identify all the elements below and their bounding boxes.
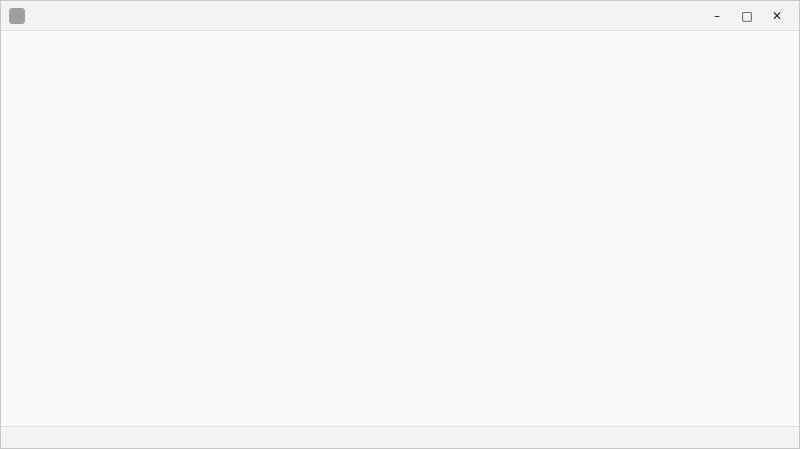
close-button[interactable]: ✕ bbox=[763, 5, 791, 27]
window-controls: – □ ✕ bbox=[703, 5, 791, 27]
placeholder-notice bbox=[384, 213, 416, 245]
title-bar: – □ ✕ bbox=[1, 1, 799, 31]
status-bar bbox=[1, 426, 799, 448]
app-icon bbox=[9, 7, 25, 24]
minimize-button[interactable]: – bbox=[703, 5, 731, 27]
main-content bbox=[1, 31, 799, 426]
maximize-button[interactable]: □ bbox=[733, 5, 761, 27]
app-window: – □ ✕ bbox=[0, 0, 800, 449]
